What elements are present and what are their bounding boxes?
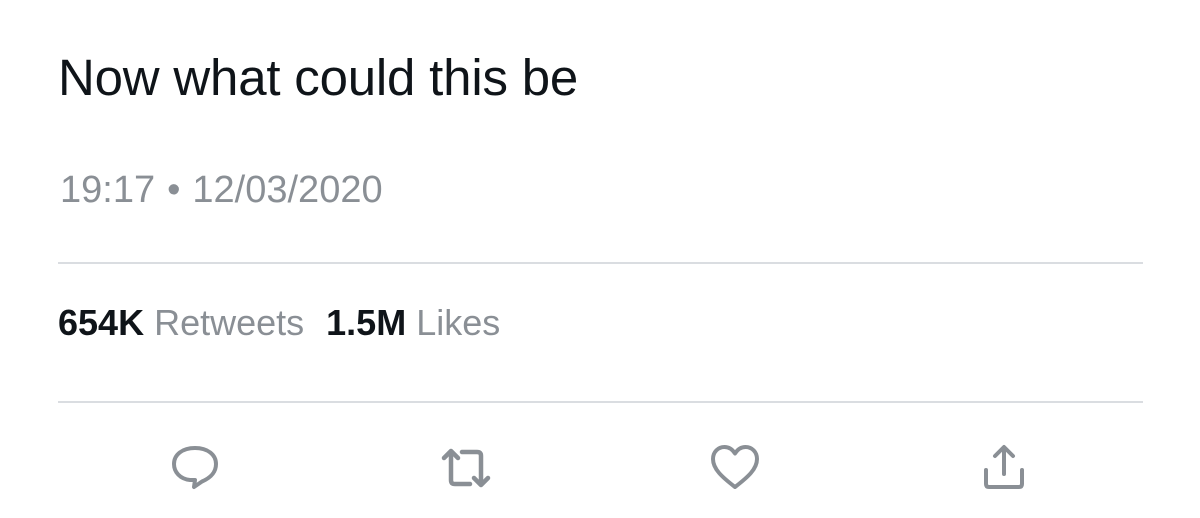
reply-icon — [172, 446, 218, 489]
divider — [58, 401, 1143, 403]
tweet-date[interactable]: 12/03/2020 — [192, 169, 382, 211]
retweet-icon — [441, 448, 491, 488]
retweets-count: 654K — [58, 302, 145, 343]
heart-icon — [711, 445, 759, 489]
timestamp-separator: • — [167, 169, 181, 211]
share-icon — [984, 445, 1024, 489]
tweet-stats: 654K Retweets 1.5M Likes — [58, 301, 500, 345]
tweet-timestamp: 19:17 • 12/03/2020 — [60, 166, 383, 214]
share-button[interactable] — [978, 442, 1030, 494]
retweets-label: Retweets — [154, 302, 305, 343]
retweet-button[interactable] — [440, 442, 492, 494]
tweet-time[interactable]: 19:17 — [60, 169, 155, 211]
retweets-stat[interactable]: 654K Retweets — [58, 302, 304, 343]
tweet-text: Now what could this be — [58, 49, 579, 106]
likes-label: Likes — [416, 302, 501, 343]
divider — [58, 262, 1143, 264]
likes-stat[interactable]: 1.5M Likes — [326, 302, 500, 343]
reply-button[interactable] — [169, 442, 221, 494]
like-button[interactable] — [709, 442, 761, 494]
likes-count: 1.5M — [326, 302, 407, 343]
